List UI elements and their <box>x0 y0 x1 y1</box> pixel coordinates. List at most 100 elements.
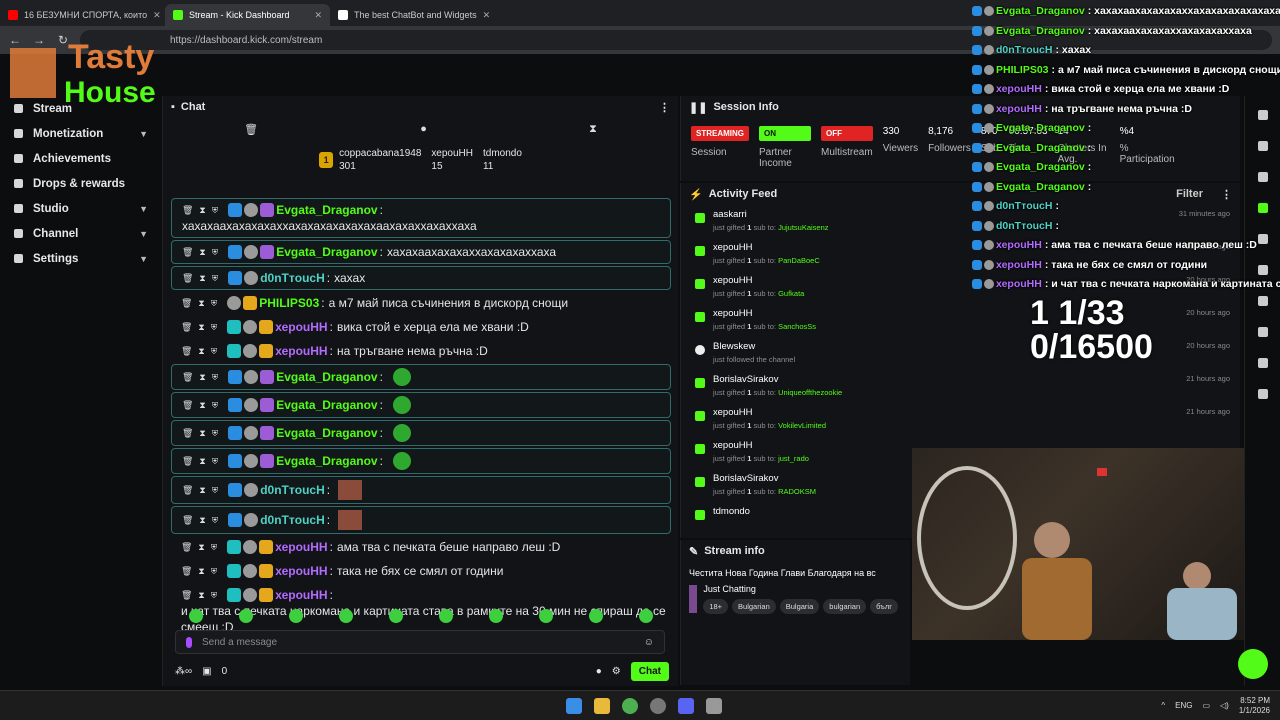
apps-icon[interactable] <box>1257 389 1268 399</box>
send-message-input[interactable]: Send a message ☺ <box>175 630 665 654</box>
message-icon[interactable]: ● <box>420 123 427 135</box>
mod-action-icons[interactable]: 🗑⧗⛨ <box>182 244 224 260</box>
gift-target[interactable]: just_rado <box>778 454 809 463</box>
chat-username[interactable]: Evgata_Draganov <box>276 453 377 469</box>
emote-icon[interactable] <box>339 609 353 623</box>
gift-target[interactable]: Gufkata <box>778 289 804 298</box>
close-tab-icon[interactable]: ✕ <box>483 10 491 21</box>
mod-action-icons[interactable]: 🗑⧗⛨ <box>182 512 224 528</box>
points-icon[interactable]: ⁂∞ <box>175 666 192 677</box>
emote-icon[interactable] <box>539 609 553 623</box>
sidebar-item[interactable]: Channel ▼ <box>0 221 162 246</box>
volume-icon[interactable]: ◁) <box>1220 701 1229 710</box>
activity-item: Blewskew just followed the channel 20 hour… <box>681 337 1240 370</box>
settings-app-icon[interactable] <box>706 697 722 714</box>
chat-username[interactable]: хероuHH <box>275 319 327 335</box>
mod-action-icons[interactable]: 🗑⧗⛨ <box>181 563 223 579</box>
emote-icon[interactable] <box>389 609 403 623</box>
activity-user[interactable]: хероuHH <box>713 407 1162 418</box>
chat-bubble-icon[interactable]: ● <box>596 666 602 677</box>
mod-action-icons[interactable]: 🗑⧗⛨ <box>181 295 223 311</box>
chat-username[interactable]: хероuHH <box>275 343 327 359</box>
chat-username[interactable]: PHILIPS03 <box>259 295 319 311</box>
windows-start-icon[interactable] <box>566 697 582 714</box>
chat-username[interactable]: хероuHH <box>275 563 327 579</box>
store-icon[interactable]: ▣ <box>202 666 211 677</box>
discord-icon[interactable] <box>678 697 694 714</box>
browser-tab[interactable]: Stream - Kick Dashboard ✕ <box>165 4 330 26</box>
chat-username[interactable]: d0nTтouсH <box>260 482 325 498</box>
mod-action-icons[interactable]: 🗑⧗⛨ <box>182 369 224 385</box>
settings-icon[interactable]: ⚙ <box>612 666 621 677</box>
stream-tag[interactable]: 18+ <box>703 599 729 614</box>
language-indicator[interactable]: ENG <box>1175 701 1192 710</box>
more-icon[interactable]: ⋮ <box>659 101 670 114</box>
user-badge-icon <box>972 142 982 153</box>
chat-username[interactable]: Evgata_Draganov <box>276 425 377 441</box>
chat-username[interactable]: хероuHH <box>275 587 327 603</box>
clock[interactable]: 8:52 PM 1/1/2026 <box>1239 696 1270 716</box>
close-tab-icon[interactable]: ✕ <box>314 10 322 21</box>
chat-username[interactable]: Evgata_Draganov <box>276 397 377 413</box>
gift-target[interactable]: JujutsuKaisenz <box>778 223 828 232</box>
sidebar-item[interactable]: Studio ▼ <box>0 196 162 221</box>
mod-action-icons[interactable]: 🗑⧗⛨ <box>182 453 224 469</box>
chevron-up-icon[interactable]: ^ <box>1161 701 1165 710</box>
chevron-down-icon[interactable]: ▼ <box>139 254 148 264</box>
list-icon[interactable] <box>1257 327 1268 337</box>
emote-icon[interactable] <box>189 609 203 623</box>
chat-username[interactable]: Evgata_Draganov <box>276 244 377 260</box>
mod-action-icons[interactable]: 🗑⧗⛨ <box>181 343 223 359</box>
wrench-tool-icon[interactable] <box>1257 358 1268 368</box>
stream-tag[interactable]: бълг <box>870 599 898 614</box>
browser-tab[interactable]: The best ChatBot and Widgets ✕ <box>330 4 495 26</box>
chat-send-button[interactable]: Chat <box>630 661 669 681</box>
sidebar-item[interactable]: Settings ▼ <box>0 246 162 271</box>
gift-target[interactable]: VokilevLimited <box>778 421 826 430</box>
chevron-down-icon[interactable]: ▼ <box>139 204 148 214</box>
stream-tag[interactable]: Bulgarian <box>732 599 776 614</box>
mic-icon[interactable] <box>186 636 192 648</box>
sidebar-item[interactable]: Drops & rewards <box>0 171 162 196</box>
emote-icon <box>392 396 411 414</box>
stream-tag[interactable]: Bulgaria <box>779 599 820 614</box>
chevron-down-icon[interactable]: ▼ <box>139 129 148 139</box>
sidebar-item[interactable]: Monetization ▼ <box>0 121 162 146</box>
gift-target[interactable]: PanDaBoeC <box>778 256 820 265</box>
support-button[interactable] <box>1238 649 1268 679</box>
emote-icon[interactable] <box>489 609 503 623</box>
mod-action-icons[interactable]: 🗑⧗⛨ <box>181 587 223 603</box>
mod-action-icons[interactable]: 🗑⧗⛨ <box>181 319 223 335</box>
gift-target[interactable]: Uniqueoffthezookie <box>778 388 842 397</box>
broadcast-icon[interactable] <box>1257 296 1268 306</box>
mod-action-icons[interactable]: 🗑⧗⛨ <box>182 397 224 413</box>
chat-username[interactable]: Evgata_Draganov <box>276 369 377 385</box>
stream-tag[interactable]: bulgarian <box>823 599 867 614</box>
chevron-down-icon[interactable]: ▼ <box>139 229 148 239</box>
mod-action-icons[interactable]: 🗑⧗⛨ <box>181 539 223 555</box>
obs-icon[interactable] <box>650 697 666 714</box>
chat-username[interactable]: d0nTтouсH <box>260 270 325 286</box>
mod-action-icons[interactable]: 🗑⧗⛨ <box>182 425 224 441</box>
emote-icon[interactable] <box>289 609 303 623</box>
hourglass-icon[interactable]: ⧗ <box>589 123 597 136</box>
gift-target[interactable]: SanchosSs <box>778 322 816 331</box>
emote-icon[interactable] <box>639 609 653 623</box>
emoji-icon[interactable]: ☺ <box>644 637 654 648</box>
mod-action-icons[interactable]: 🗑⧗⛨ <box>182 270 224 286</box>
emote-icon[interactable] <box>439 609 453 623</box>
mod-action-icons[interactable]: 🗑⧗⛨ <box>182 202 224 218</box>
activity-user[interactable]: BorislavSirakov <box>713 374 1162 385</box>
chrome-icon[interactable] <box>622 697 638 714</box>
mod-action-icons[interactable]: 🗑⧗⛨ <box>182 482 224 498</box>
emote-icon[interactable] <box>239 609 253 623</box>
chat-username[interactable]: d0nTтouсH <box>260 512 325 528</box>
trash-icon[interactable]: 🗑 <box>244 123 258 136</box>
sidebar-item[interactable]: Achievements <box>0 146 162 171</box>
chat-username[interactable]: хероuHH <box>275 539 327 555</box>
gift-target[interactable]: RADOKSM <box>778 487 816 496</box>
file-explorer-icon[interactable] <box>594 697 610 714</box>
network-icon[interactable]: ▭ <box>1202 701 1210 710</box>
emote-icon[interactable] <box>589 609 603 623</box>
chat-username[interactable]: Evgata_Draganov <box>276 202 377 218</box>
